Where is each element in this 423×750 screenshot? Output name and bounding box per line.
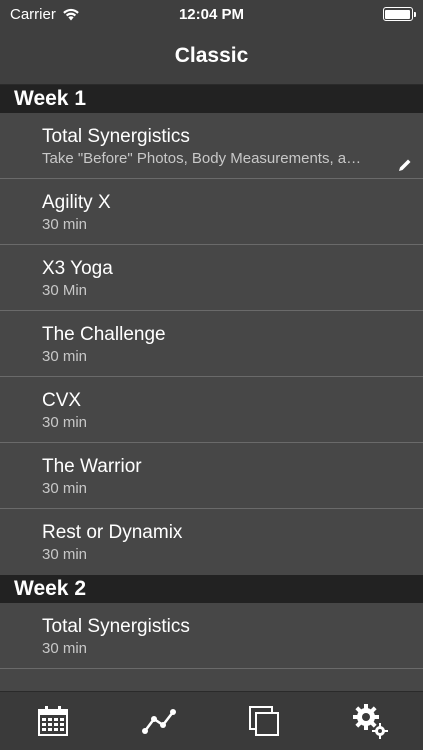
row-subtitle: 30 min	[42, 215, 88, 233]
row-subtitle: 30 min	[42, 639, 88, 657]
section-header-week-2: Week 2	[0, 575, 423, 603]
settings-gears-icon	[353, 704, 389, 739]
list-item-rest-or-dynamix[interactable]: Rest or Dynamix 30 min	[0, 509, 423, 575]
navigation-bar: Classic	[0, 28, 423, 85]
list-item-total-synergistics[interactable]: Total Synergistics Take "Before" Photos,…	[0, 113, 423, 179]
battery-icon	[382, 7, 416, 21]
row-title: The Warrior	[42, 455, 142, 477]
row-subtitle: 30 Min	[42, 281, 88, 299]
list-item-partial[interactable]	[0, 669, 423, 689]
row-title: Agility X	[42, 191, 111, 213]
progress-chart-icon	[141, 709, 176, 734]
tab-progress[interactable]	[129, 696, 189, 746]
tab-photos[interactable]	[234, 696, 294, 746]
status-time: 12:04 PM	[178, 5, 245, 23]
list-item-agility-x[interactable]: Agility X 30 min	[0, 179, 423, 245]
tab-bar	[0, 691, 423, 750]
row-title: X3 Yoga	[42, 257, 113, 279]
status-bar: Carrier 12:04 PM	[0, 0, 423, 28]
row-title: Total Synergistics	[42, 125, 190, 147]
row-subtitle: 30 min	[42, 545, 88, 563]
workout-list[interactable]: Week 1 Total Synergistics Take "Before" …	[0, 85, 423, 691]
list-item-the-warrior[interactable]: The Warrior 30 min	[0, 443, 423, 509]
row-title: Rest or Dynamix	[42, 521, 183, 543]
pencil-icon[interactable]	[397, 157, 413, 173]
calendar-icon	[37, 706, 68, 736]
tab-schedule[interactable]	[23, 696, 83, 746]
row-title: CVX	[42, 389, 82, 411]
carrier-label: Carrier	[10, 5, 56, 23]
wifi-icon	[63, 8, 79, 20]
row-subtitle: 30 min	[42, 479, 88, 497]
row-title: Total Synergistics	[42, 615, 190, 637]
row-subtitle: Take "Before" Photos, Body Measurements,…	[42, 149, 362, 167]
row-subtitle: 30 min	[42, 413, 88, 431]
list-item-the-challenge[interactable]: The Challenge 30 min	[0, 311, 423, 377]
list-item-total-synergistics-week-2[interactable]: Total Synergistics 30 min	[0, 603, 423, 669]
page-title: Classic	[174, 44, 249, 67]
list-item-x3-yoga[interactable]: X3 Yoga 30 Min	[0, 245, 423, 311]
section-header-week-1: Week 1	[0, 85, 423, 113]
row-title: The Challenge	[42, 323, 166, 345]
tab-settings[interactable]	[340, 696, 400, 746]
photos-icon	[249, 706, 280, 736]
list-item-cvx[interactable]: CVX 30 min	[0, 377, 423, 443]
row-subtitle: 30 min	[42, 347, 88, 365]
